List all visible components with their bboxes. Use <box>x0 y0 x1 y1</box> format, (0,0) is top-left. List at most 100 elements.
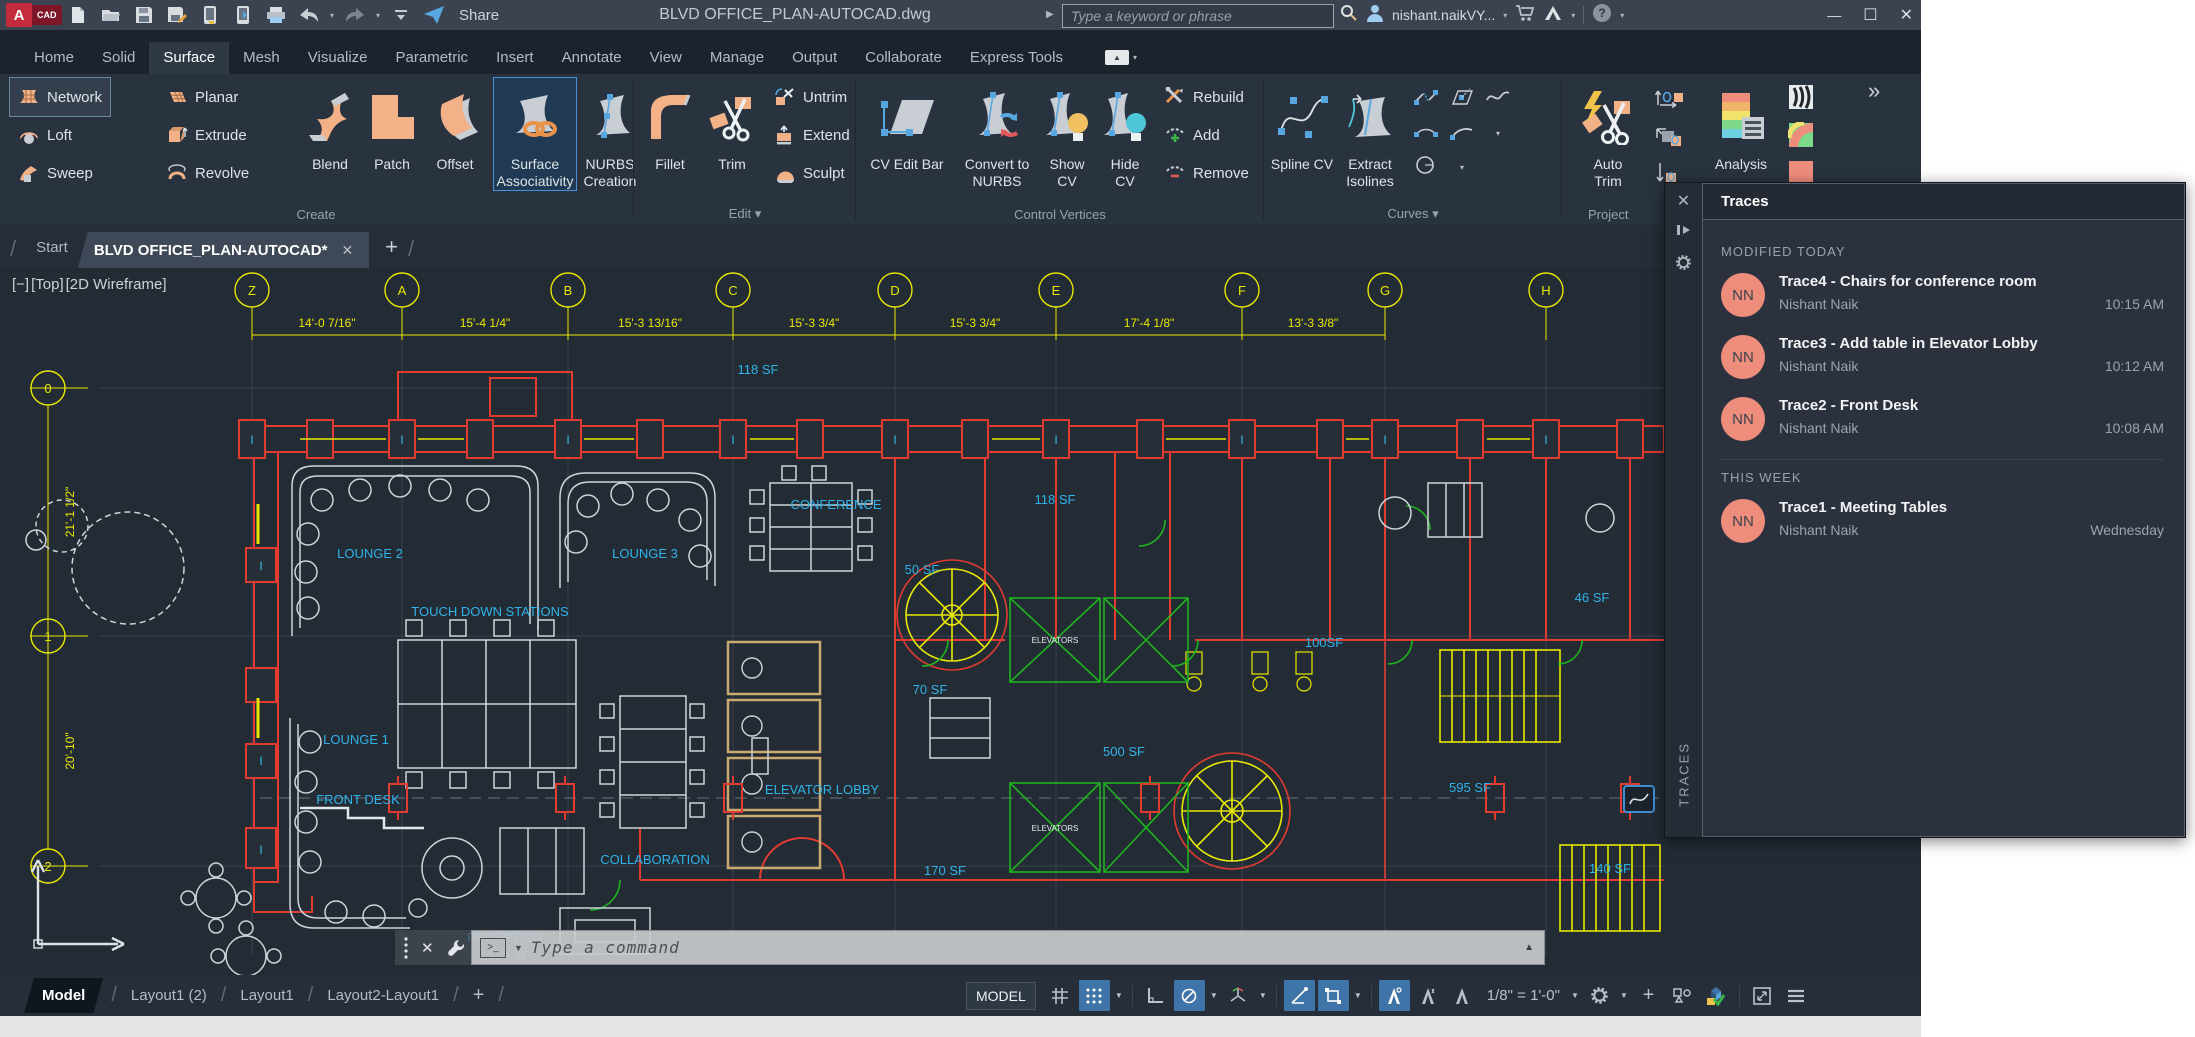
circle-tool-dropdown[interactable]: ▾ <box>1456 152 1468 183</box>
extend-button[interactable]: Extend <box>766 116 858 154</box>
minimize-button[interactable]: — <box>1827 7 1841 23</box>
palette-autohide-icon[interactable] <box>1676 223 1692 242</box>
object-snap-tracking-toggle[interactable] <box>1284 980 1315 1011</box>
save-button[interactable] <box>132 4 156 26</box>
tab-manage[interactable]: Manage <box>696 42 778 74</box>
maximize-button[interactable]: ☐ <box>1863 5 1877 25</box>
rebuild-button[interactable]: Rebuild <box>1156 78 1257 116</box>
plot-button[interactable] <box>264 4 288 26</box>
osnap-dropdown[interactable]: ▼ <box>1352 980 1364 1011</box>
isometric-drafting-toggle[interactable] <box>1223 980 1254 1011</box>
user-dropdown[interactable]: ▾ <box>1503 11 1507 20</box>
save-to-mobile-button[interactable] <box>198 4 222 26</box>
loft-button[interactable]: Loft <box>10 116 110 154</box>
new-layout-button[interactable]: + <box>467 984 491 1007</box>
palette-vertical-tab[interactable]: TRACES <box>1676 742 1691 807</box>
qat-customize-dropdown[interactable] <box>389 4 413 26</box>
trace-list-item[interactable]: NN Trace1 - Meeting Tables Nishant Naik … <box>1721 499 2164 543</box>
curve-tool-parallelogram-button[interactable] <box>1449 86 1475 113</box>
redo-button[interactable] <box>343 4 367 26</box>
extract-isolines-button[interactable]: Extract Isolines <box>1338 78 1402 190</box>
clean-screen-button[interactable] <box>1747 980 1778 1011</box>
panel-curves-label[interactable]: Curves ▾ <box>1266 206 1560 222</box>
tab-annotate[interactable]: Annotate <box>548 42 636 74</box>
convert-to-nurbs-button[interactable]: Convert to NURBS <box>958 78 1036 190</box>
scale-dropdown[interactable]: ▼ <box>1569 980 1581 1011</box>
curve-blend-arc-button[interactable] <box>1413 120 1439 147</box>
auto-trim-button[interactable]: Auto Trim <box>1576 78 1640 190</box>
annotation-autoscale-toggle[interactable] <box>1413 980 1444 1011</box>
offset-button[interactable]: Offset <box>424 78 486 173</box>
layout-tab-layout1-2[interactable]: Layout1 (2) <box>125 987 213 1004</box>
signed-in-user[interactable]: nishant.naikVY... <box>1392 7 1495 23</box>
polar-tracking-toggle[interactable] <box>1174 980 1205 1011</box>
sculpt-button[interactable]: Sculpt <box>766 154 858 192</box>
command-input[interactable]: >_ ▼ Type a command ▲ <box>471 930 1545 965</box>
new-file-button[interactable] <box>66 4 90 26</box>
polar-dropdown[interactable]: ▼ <box>1208 980 1220 1011</box>
graphics-performance-button[interactable] <box>1701 980 1732 1011</box>
redo-dropdown[interactable]: ▾ <box>376 11 380 20</box>
sweep-button[interactable]: Sweep <box>10 154 110 192</box>
show-cv-button[interactable]: Show CV <box>1040 78 1094 190</box>
arc-tool-button[interactable] <box>1449 120 1475 147</box>
command-bar-close-icon[interactable]: ✕ <box>421 939 434 957</box>
crosshair-plus-button[interactable]: + <box>1633 980 1664 1011</box>
object-snap-toggle[interactable] <box>1318 980 1349 1011</box>
drawing-canvas[interactable]: [−][Top][2D Wireframe] <box>0 268 1921 975</box>
patch-button[interactable]: Patch <box>364 78 420 173</box>
tab-visualize[interactable]: Visualize <box>294 42 382 74</box>
workspace-settings-gear[interactable] <box>1584 980 1615 1011</box>
trace-indicator[interactable] <box>1624 786 1654 812</box>
command-history-icon[interactable]: >_ <box>480 938 506 958</box>
fillet-button[interactable]: Fillet <box>642 78 698 173</box>
tab-surface[interactable]: Surface <box>149 42 229 74</box>
planar-surface-button[interactable]: Planar <box>158 78 257 116</box>
revolve-button[interactable]: Revolve <box>158 154 257 192</box>
command-line-bar[interactable]: ✕ >_ ▼ Type a command ▲ <box>395 930 1545 965</box>
network-surface-button[interactable]: Network <box>10 78 110 116</box>
untrim-button[interactable]: Untrim <box>766 78 858 116</box>
blend-button[interactable]: Blend <box>300 78 360 173</box>
file-tab-active-document[interactable]: BLVD OFFICE_PLAN-AUTOCAD* ✕ <box>78 232 369 268</box>
project-to-ucs-button[interactable] <box>1646 78 1692 116</box>
recent-commands-dropdown[interactable]: ▼ <box>514 943 523 953</box>
layout-tab-model[interactable]: Model <box>24 978 103 1013</box>
open-file-button[interactable] <box>99 4 123 26</box>
blend-curve-button[interactable] <box>1413 86 1439 113</box>
layout-tab-layout2[interactable]: Layout2-Layout1 <box>321 987 445 1004</box>
ortho-mode-toggle[interactable] <box>1140 980 1171 1011</box>
share-button[interactable]: Share <box>459 7 499 24</box>
snap-mode-toggle[interactable] <box>1079 980 1110 1011</box>
nurbs-creation-toggle[interactable]: NURBS Creation <box>580 78 640 190</box>
hide-cv-button[interactable]: Hide CV <box>1098 78 1152 190</box>
annotation-scale-button[interactable] <box>1447 980 1478 1011</box>
autodesk-logo-icon[interactable] <box>1543 5 1563 26</box>
arc-tool-dropdown[interactable]: ▾ <box>1492 118 1504 149</box>
undo-button[interactable] <box>297 4 321 26</box>
gear-dropdown[interactable]: ▼ <box>1618 980 1630 1011</box>
save-as-button[interactable] <box>165 4 189 26</box>
app-menu-button[interactable]: A CAD <box>6 3 62 27</box>
isolate-objects-button[interactable] <box>1667 980 1698 1011</box>
add-cv-button[interactable]: Add <box>1156 116 1257 154</box>
help-dropdown[interactable]: ▾ <box>1620 11 1624 20</box>
isodraft-dropdown[interactable]: ▼ <box>1257 980 1269 1011</box>
tab-collaborate[interactable]: Collaborate <box>851 42 956 74</box>
spline-cv-button[interactable]: Spline CV <box>1270 78 1334 173</box>
trim-button[interactable]: Trim <box>704 78 760 173</box>
command-expand-arrow[interactable]: ▲ <box>1524 942 1534 953</box>
circle-tool-button[interactable] <box>1413 154 1439 181</box>
project-to-view-button[interactable] <box>1646 116 1692 154</box>
curvature-analysis-button[interactable] <box>1780 116 1822 154</box>
autodesk-dropdown[interactable]: ▾ <box>1571 11 1575 20</box>
close-button[interactable]: ✕ <box>1900 5 1913 25</box>
current-scale-display[interactable]: 1/8" = 1'-0" <box>1481 980 1566 1011</box>
snap-dropdown[interactable]: ▼ <box>1113 980 1125 1011</box>
palette-properties-gear-icon[interactable] <box>1675 254 1692 276</box>
palette-close-icon[interactable]: ✕ <box>1677 191 1690 211</box>
tab-mesh[interactable]: Mesh <box>229 42 294 74</box>
trace-list-item[interactable]: NN Trace3 - Add table in Elevator Lobby … <box>1721 335 2164 379</box>
cv-edit-bar-button[interactable]: CV Edit Bar <box>860 78 954 173</box>
search-icon[interactable] <box>1340 4 1358 27</box>
